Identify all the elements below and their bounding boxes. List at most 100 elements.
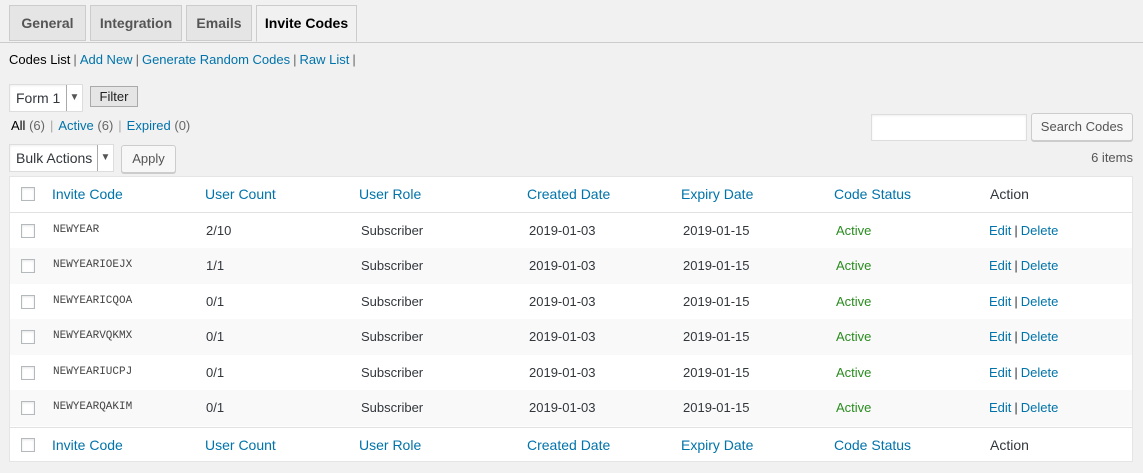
- search-input[interactable]: [871, 114, 1027, 141]
- tab-emails[interactable]: Emails: [186, 5, 252, 41]
- delete-link[interactable]: Delete: [1021, 223, 1059, 238]
- created-date: 2019-01-03: [529, 294, 596, 309]
- filter-expired[interactable]: Expired (0): [127, 118, 191, 133]
- column-user-role[interactable]: User Role: [359, 437, 421, 453]
- row-actions: Edit | Delete: [989, 365, 1058, 380]
- status-filters: All (6) | Active (6) | Expired (0): [11, 118, 190, 133]
- edit-link[interactable]: Edit: [989, 223, 1011, 238]
- tab-integration[interactable]: Integration: [90, 5, 182, 41]
- tab-general[interactable]: General: [9, 5, 86, 41]
- user-role: Subscriber: [361, 365, 424, 380]
- invite-code: NEWYEARICQOA: [53, 295, 133, 307]
- subsubsub-nav: Codes List | Add New | Generate Random Codes…: [9, 52, 359, 67]
- row-checkbox[interactable]: [21, 366, 35, 380]
- generate-random-codes-link[interactable]: Generate Random Codes: [142, 52, 290, 67]
- tab-invite-codes[interactable]: Invite Codes: [256, 5, 357, 42]
- separator: |: [73, 52, 77, 67]
- status-badge: Active: [836, 223, 872, 238]
- user-role: Subscriber: [361, 329, 424, 344]
- chevron-down-icon: ▼: [97, 145, 113, 171]
- column-action: Action: [990, 186, 1029, 202]
- codes-list-link[interactable]: Codes List: [9, 52, 70, 67]
- row-actions: Edit | Delete: [989, 223, 1058, 238]
- column-user-count[interactable]: User Count: [205, 437, 276, 453]
- chevron-down-icon: ▼: [66, 85, 82, 111]
- filter-all[interactable]: All (6): [11, 118, 45, 133]
- separator: |: [135, 52, 139, 67]
- user-count: 0/1: [206, 365, 225, 380]
- separator: |: [1014, 329, 1018, 344]
- filter-all-label: All: [11, 118, 26, 133]
- user-count: 2/10: [206, 223, 232, 238]
- column-invite-code[interactable]: Invite Code: [52, 186, 123, 202]
- edit-link[interactable]: Edit: [989, 329, 1011, 344]
- add-new-link[interactable]: Add New: [80, 52, 133, 67]
- row-actions: Edit | Delete: [989, 258, 1058, 273]
- row-checkbox[interactable]: [21, 224, 35, 238]
- created-date: 2019-01-03: [529, 365, 596, 380]
- table-footer-row: Invite Code User Count User Role Created…: [10, 427, 1132, 463]
- delete-link[interactable]: Delete: [1021, 258, 1059, 273]
- invite-codes-table: Invite Code User Count User Role Created…: [9, 176, 1133, 462]
- user-count: 0/1: [206, 294, 225, 309]
- filter-active-label: Active: [58, 118, 94, 133]
- separator: |: [1014, 400, 1018, 415]
- apply-button[interactable]: Apply: [121, 145, 176, 173]
- user-role: Subscriber: [361, 258, 424, 273]
- edit-link[interactable]: Edit: [989, 400, 1011, 415]
- column-user-role[interactable]: User Role: [359, 186, 421, 202]
- row-checkbox[interactable]: [21, 259, 35, 273]
- filter-expired-count: (0): [174, 118, 191, 133]
- row-actions: Edit | Delete: [989, 329, 1058, 344]
- filter-active[interactable]: Active (6): [58, 118, 113, 133]
- select-all-checkbox[interactable]: [21, 187, 35, 201]
- row-checkbox[interactable]: [21, 330, 35, 344]
- edit-link[interactable]: Edit: [989, 258, 1011, 273]
- filter-expired-label: Expired: [126, 118, 171, 133]
- status-badge: Active: [836, 258, 872, 273]
- items-count: 6 items: [1091, 150, 1133, 165]
- column-created-date[interactable]: Created Date: [527, 437, 610, 453]
- select-all-checkbox[interactable]: [21, 438, 35, 452]
- delete-link[interactable]: Delete: [1021, 400, 1059, 415]
- delete-link[interactable]: Delete: [1021, 294, 1059, 309]
- table-row: NEWYEARQAKIM 0/1 Subscriber 2019-01-03 2…: [10, 390, 1132, 426]
- delete-link[interactable]: Delete: [1021, 365, 1059, 380]
- row-actions: Edit | Delete: [989, 400, 1058, 415]
- table-row: NEWYEARIUCPJ 0/1 Subscriber 2019-01-03 2…: [10, 355, 1132, 390]
- column-code-status[interactable]: Code Status: [834, 186, 911, 202]
- edit-link[interactable]: Edit: [989, 294, 1011, 309]
- created-date: 2019-01-03: [529, 329, 596, 344]
- created-date: 2019-01-03: [529, 258, 596, 273]
- raw-list-link[interactable]: Raw List: [300, 52, 350, 67]
- user-role: Subscriber: [361, 400, 424, 415]
- column-user-count[interactable]: User Count: [205, 186, 276, 202]
- invite-code: NEWYEARQAKIM: [53, 401, 133, 413]
- form-select[interactable]: Form 1 ▼: [9, 84, 83, 112]
- edit-link[interactable]: Edit: [989, 365, 1011, 380]
- user-count: 1/1: [206, 258, 225, 273]
- search-codes-button[interactable]: Search Codes: [1031, 113, 1133, 141]
- row-actions: Edit | Delete: [989, 294, 1058, 309]
- filter-button[interactable]: Filter: [90, 86, 138, 107]
- user-count: 0/1: [206, 400, 225, 415]
- column-expiry-date[interactable]: Expiry Date: [681, 437, 753, 453]
- expiry-date: 2019-01-15: [683, 223, 750, 238]
- column-expiry-date[interactable]: Expiry Date: [681, 186, 753, 202]
- column-created-date[interactable]: Created Date: [527, 186, 610, 202]
- row-checkbox[interactable]: [21, 401, 35, 415]
- user-role: Subscriber: [361, 294, 424, 309]
- status-badge: Active: [836, 294, 872, 309]
- column-code-status[interactable]: Code Status: [834, 437, 911, 453]
- delete-link[interactable]: Delete: [1021, 329, 1059, 344]
- separator: |: [352, 52, 356, 67]
- settings-tabs: General Integration Emails Invite Codes: [0, 0, 1143, 43]
- row-checkbox[interactable]: [21, 295, 35, 309]
- separator: |: [293, 52, 297, 67]
- invite-code: NEWYEAR: [53, 224, 100, 236]
- invite-code: NEWYEARVQKMX: [53, 330, 133, 342]
- column-invite-code[interactable]: Invite Code: [52, 437, 123, 453]
- table-header-row: Invite Code User Count User Role Created…: [10, 177, 1132, 213]
- bulk-actions-select[interactable]: Bulk Actions ▼: [9, 144, 114, 172]
- table-row: NEWYEARVQKMX 0/1 Subscriber 2019-01-03 2…: [10, 319, 1132, 355]
